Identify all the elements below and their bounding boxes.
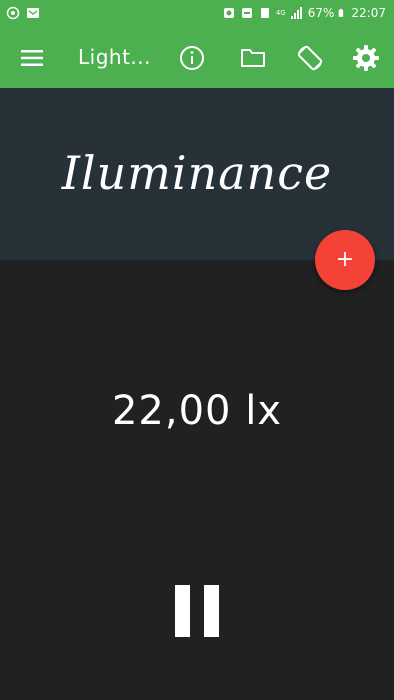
rotate-screen-button[interactable] [286, 28, 334, 88]
screen-rotation-icon [297, 45, 323, 71]
battery-icon [339, 8, 344, 17]
sensor-name: Iluminance [61, 146, 333, 200]
pause-button[interactable] [172, 585, 222, 637]
mail-icon [27, 8, 39, 18]
alarm-icon [223, 8, 234, 18]
menu-icon [21, 50, 43, 66]
plus-icon: + [335, 247, 355, 272]
status-system: 4G 67% 22:07 [222, 6, 386, 20]
status-bar: 4G 67% 22:07 [0, 0, 394, 28]
settings-icon [353, 45, 379, 71]
settings-button[interactable] [342, 28, 390, 88]
sensor-reading: 22,00 lx [111, 388, 282, 434]
do-not-disturb-icon [241, 8, 252, 18]
add-button[interactable]: + [315, 230, 375, 290]
notification-icon [6, 6, 20, 20]
signal-icon [290, 7, 302, 19]
folder-icon [241, 49, 265, 67]
info-button[interactable] [168, 28, 216, 88]
vibrate-icon [260, 8, 269, 18]
clock: 22:07 [351, 6, 386, 20]
pause-icon [172, 585, 222, 637]
status-notifications [6, 6, 40, 20]
app-title: Light... [78, 45, 151, 69]
info-icon [180, 46, 204, 70]
menu-button[interactable] [8, 28, 56, 88]
folder-button[interactable] [229, 28, 277, 88]
app-toolbar: Light... [0, 28, 394, 88]
data-type-label: 4G [275, 9, 286, 17]
battery-percent: 67% [307, 6, 335, 20]
